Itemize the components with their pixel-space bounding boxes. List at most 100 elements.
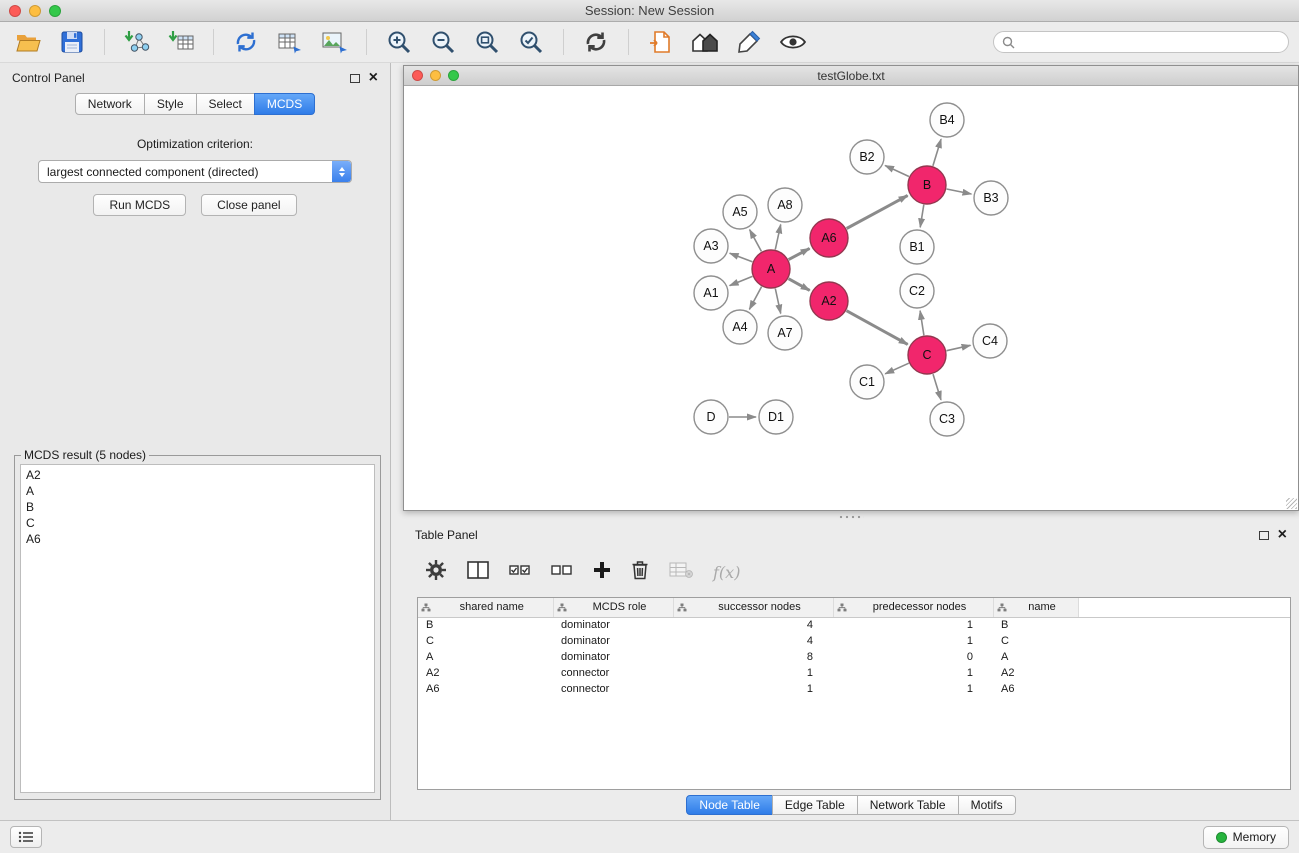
table-row[interactable]: Cdominator41C bbox=[418, 633, 1290, 649]
table-cell[interactable]: A6 bbox=[993, 681, 1078, 697]
graph-edge-A6-B[interactable] bbox=[847, 196, 908, 229]
graph-edge-A-A4[interactable] bbox=[749, 287, 761, 310]
float-panel-icon[interactable] bbox=[350, 74, 360, 83]
close-window-button[interactable] bbox=[9, 5, 21, 17]
table-cell[interactable]: 8 bbox=[673, 649, 833, 665]
zoom-window-button[interactable] bbox=[49, 5, 61, 17]
style-button[interactable] bbox=[731, 25, 767, 59]
zoom-fit-button[interactable] bbox=[469, 25, 505, 59]
graph-edge-A-A2[interactable] bbox=[789, 279, 810, 291]
table-cell[interactable]: 4 bbox=[673, 633, 833, 649]
graph-edge-B-B1[interactable] bbox=[920, 205, 924, 228]
close-panel-icon[interactable]: × bbox=[369, 70, 378, 86]
table-cell[interactable]: 1 bbox=[833, 665, 993, 681]
graph-node-A5[interactable]: A5 bbox=[723, 195, 757, 229]
search-box[interactable] bbox=[993, 31, 1289, 53]
float-table-panel-icon[interactable] bbox=[1259, 531, 1269, 540]
graph-node-C1[interactable]: C1 bbox=[850, 365, 884, 399]
mcds-result-list[interactable]: A2ABCA6 bbox=[20, 464, 375, 793]
save-session-button[interactable] bbox=[54, 25, 90, 59]
graph-node-D[interactable]: D bbox=[694, 400, 728, 434]
create-table-button[interactable] bbox=[272, 25, 308, 59]
graph-node-A8[interactable]: A8 bbox=[768, 188, 802, 222]
graph-edge-A-A3[interactable] bbox=[730, 253, 753, 262]
open-file-button[interactable] bbox=[643, 25, 679, 59]
tab-mcds[interactable]: MCDS bbox=[254, 93, 315, 115]
delete-entry-button[interactable] bbox=[631, 560, 649, 585]
tab-network[interactable]: Network bbox=[75, 93, 145, 115]
task-history-button[interactable] bbox=[10, 826, 42, 848]
zoom-network-button[interactable] bbox=[448, 70, 459, 81]
graph-edge-C-C3[interactable] bbox=[933, 374, 941, 400]
resize-grip[interactable] bbox=[1286, 498, 1297, 509]
zoom-selected-button[interactable] bbox=[513, 25, 549, 59]
graph-node-A[interactable]: A bbox=[752, 250, 790, 288]
table-cell[interactable]: A2 bbox=[418, 665, 553, 681]
table-cell[interactable]: 1 bbox=[673, 665, 833, 681]
toggle-view-button[interactable] bbox=[775, 25, 811, 59]
minimize-network-button[interactable] bbox=[430, 70, 441, 81]
window-titlebar[interactable]: Session: New Session bbox=[0, 0, 1299, 22]
table-settings-button[interactable] bbox=[425, 559, 447, 586]
mcds-result-item[interactable]: C bbox=[26, 515, 369, 531]
graph-edge-A-A5[interactable] bbox=[750, 230, 762, 252]
open-session-button[interactable] bbox=[10, 25, 46, 59]
table-cell[interactable]: A2 bbox=[993, 665, 1078, 681]
graph-edge-C-C1[interactable] bbox=[885, 363, 909, 374]
table-cell[interactable]: connector bbox=[553, 665, 673, 681]
tab-select[interactable]: Select bbox=[196, 93, 255, 115]
graph-edge-A-A1[interactable] bbox=[730, 276, 753, 285]
graph-node-B1[interactable]: B1 bbox=[900, 230, 934, 264]
tab-motifs[interactable]: Motifs bbox=[958, 795, 1016, 815]
column-header-shared-name[interactable]: shared name bbox=[418, 598, 553, 617]
zoom-in-button[interactable] bbox=[381, 25, 417, 59]
graph-edge-C-C2[interactable] bbox=[920, 311, 924, 335]
graph-node-A6[interactable]: A6 bbox=[810, 219, 848, 257]
graph-edge-B-B3[interactable] bbox=[947, 189, 972, 194]
tab-node-table[interactable]: Node Table bbox=[686, 795, 773, 815]
close-network-button[interactable] bbox=[412, 70, 423, 81]
graph-edge-A2-C[interactable] bbox=[847, 311, 908, 345]
home-button[interactable] bbox=[687, 25, 723, 59]
tab-style[interactable]: Style bbox=[144, 93, 197, 115]
criterion-dropdown[interactable]: largest connected component (directed) bbox=[38, 160, 352, 183]
mcds-result-item[interactable]: A bbox=[26, 483, 369, 499]
select-all-button[interactable] bbox=[509, 563, 531, 582]
memory-button[interactable]: Memory bbox=[1203, 826, 1289, 849]
horizontal-splitter[interactable] bbox=[403, 511, 1299, 523]
run-mcds-button[interactable]: Run MCDS bbox=[93, 194, 186, 216]
table-cell[interactable]: C bbox=[993, 633, 1078, 649]
table-cell[interactable]: 1 bbox=[673, 681, 833, 697]
tab-edge-table[interactable]: Edge Table bbox=[772, 795, 858, 815]
apply-layout-button[interactable] bbox=[578, 25, 614, 59]
graph-edge-A-A7[interactable] bbox=[775, 289, 780, 314]
import-table-button[interactable] bbox=[163, 25, 199, 59]
table-cell[interactable]: dominator bbox=[553, 649, 673, 665]
close-panel-button[interactable]: Close panel bbox=[201, 194, 296, 216]
column-header-predecessor-nodes[interactable]: predecessor nodes bbox=[833, 598, 993, 617]
table-cell[interactable]: 1 bbox=[833, 617, 993, 633]
graph-node-A1[interactable]: A1 bbox=[694, 276, 728, 310]
unselect-all-button[interactable] bbox=[551, 563, 573, 582]
table-cell[interactable]: connector bbox=[553, 681, 673, 697]
mcds-result-item[interactable]: B bbox=[26, 499, 369, 515]
graph-node-C2[interactable]: C2 bbox=[900, 274, 934, 308]
node-table[interactable]: shared name MCDS role successor nodes pr… bbox=[417, 597, 1291, 790]
mcds-result-item[interactable]: A6 bbox=[26, 531, 369, 547]
graph-node-A3[interactable]: A3 bbox=[694, 229, 728, 263]
table-cell[interactable]: A6 bbox=[418, 681, 553, 697]
table-cell[interactable]: B bbox=[418, 617, 553, 633]
network-window-titlebar[interactable]: testGlobe.txt bbox=[404, 66, 1298, 86]
column-header-name[interactable]: name bbox=[993, 598, 1078, 617]
table-cell[interactable]: 4 bbox=[673, 617, 833, 633]
table-row[interactable]: A2connector11A2 bbox=[418, 665, 1290, 681]
table-cell[interactable]: 0 bbox=[833, 649, 993, 665]
graph-node-D1[interactable]: D1 bbox=[759, 400, 793, 434]
add-entry-button[interactable] bbox=[593, 561, 611, 584]
column-header-mcds-role[interactable]: MCDS role bbox=[553, 598, 673, 617]
tab-network-table[interactable]: Network Table bbox=[857, 795, 959, 815]
export-image-button[interactable] bbox=[316, 25, 352, 59]
graph-node-C3[interactable]: C3 bbox=[930, 402, 964, 436]
table-cell[interactable]: dominator bbox=[553, 633, 673, 649]
table-row[interactable]: Bdominator41B bbox=[418, 617, 1290, 633]
